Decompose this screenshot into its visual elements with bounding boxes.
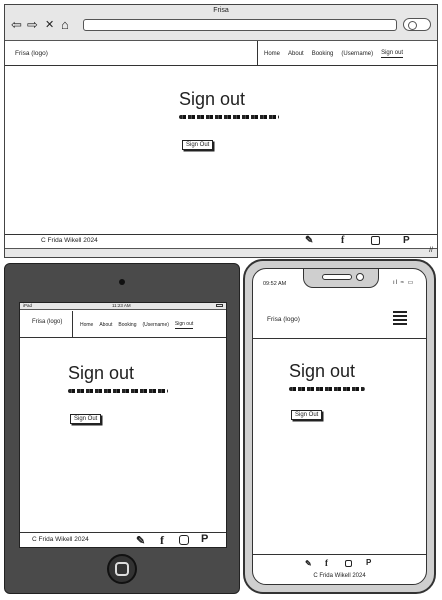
- confirm-text-scribble: [68, 389, 168, 393]
- nav-username[interactable]: (Username): [143, 322, 169, 328]
- nav-username[interactable]: (Username): [341, 51, 373, 57]
- tablet-status-left: iPad: [23, 303, 33, 308]
- signout-button-wrap: Sign Out: [182, 133, 214, 151]
- nav-booking[interactable]: Booking: [312, 51, 334, 57]
- signout-button-wrap: Sign Out: [70, 407, 102, 425]
- tablet-device: iPad 11:23 AM Frisa (logo) Home About Bo…: [4, 263, 240, 594]
- front-camera-icon: [356, 273, 364, 281]
- instagram-icon[interactable]: [179, 535, 189, 545]
- signout-button[interactable]: Sign Out: [70, 414, 102, 424]
- site-logo[interactable]: Frisa (logo): [32, 319, 62, 325]
- speaker-icon: [322, 274, 352, 280]
- confirm-text-scribble: [179, 115, 279, 119]
- nav-about[interactable]: About: [99, 322, 112, 328]
- phone-screen: 09:52 AM ıl ≈ ▭ Frisa (logo) Sign out Si…: [252, 268, 427, 585]
- phone-notch: [303, 269, 379, 288]
- edit-icon[interactable]: ✎: [305, 559, 312, 568]
- search-button[interactable]: [403, 18, 431, 31]
- nav-menu: Home About Booking (Username) Sign out: [257, 41, 437, 66]
- nav-signout[interactable]: Sign out: [174, 321, 194, 329]
- edit-icon[interactable]: ✎: [136, 534, 145, 547]
- instagram-icon[interactable]: [371, 236, 380, 245]
- browser-toolbar: Frisa ⇦ ⇨ ✕ ⌂: [5, 5, 437, 41]
- nav-container: Home About Booking (Username) Sign out: [257, 41, 437, 66]
- tablet-camera: [119, 279, 125, 285]
- nav-home[interactable]: Home: [80, 322, 93, 328]
- tablet-statusbar: iPad 11:23 AM: [20, 303, 226, 310]
- signout-button[interactable]: Sign Out: [291, 410, 323, 420]
- back-icon[interactable]: ⇦: [11, 18, 22, 31]
- facebook-icon[interactable]: f: [341, 235, 344, 246]
- phone-header: Frisa (logo): [253, 301, 426, 339]
- signout-button[interactable]: Sign Out: [182, 140, 214, 150]
- instagram-icon[interactable]: [345, 560, 352, 567]
- home-icon[interactable]: ⌂: [61, 18, 69, 31]
- page-title: Sign out: [289, 361, 356, 381]
- page-title: Sign out: [68, 363, 135, 383]
- page-title: Sign out: [179, 89, 246, 109]
- nav-home[interactable]: Home: [264, 51, 280, 57]
- footer-copyright: C Frida Wikell 2024: [313, 573, 366, 579]
- signal-wifi-battery-icons: ıl ≈ ▭: [393, 280, 415, 286]
- phone-status-time: 09:52 AM: [263, 281, 287, 287]
- search-icon: [408, 21, 417, 30]
- url-bar[interactable]: [83, 19, 397, 31]
- nav-booking[interactable]: Booking: [118, 322, 136, 328]
- signout-button-wrap: Sign Out: [291, 403, 323, 421]
- browser-statusbar: //: [5, 247, 437, 257]
- site-footer: C Frida Wikell 2024 ✎ f P: [20, 532, 226, 547]
- nav-signout[interactable]: Sign out: [381, 50, 404, 58]
- nav-container: Home About Booking (Username) Sign out: [72, 311, 228, 338]
- site-footer: C Frida Wikell 2024 ✎ f P: [5, 234, 437, 247]
- forward-icon[interactable]: ⇨: [27, 18, 38, 31]
- hamburger-menu-icon[interactable]: [393, 311, 407, 325]
- tablet-status-time: 11:23 AM: [112, 303, 131, 308]
- tablet-header: Frisa (logo) Home About Booking (Usernam…: [20, 311, 226, 338]
- site-logo[interactable]: Frisa (logo): [267, 316, 300, 323]
- close-icon[interactable]: ✕: [45, 19, 54, 32]
- facebook-icon[interactable]: f: [325, 558, 328, 568]
- edit-icon[interactable]: ✎: [305, 235, 313, 246]
- nav-about[interactable]: About: [288, 51, 304, 57]
- footer-copyright: C Frida Wikell 2024: [32, 536, 89, 543]
- resize-handle-icon[interactable]: //: [429, 247, 433, 254]
- home-square-icon: [115, 562, 129, 576]
- phone-device: 09:52 AM ıl ≈ ▭ Frisa (logo) Sign out Si…: [243, 259, 436, 594]
- browser-title: Frisa: [213, 7, 229, 14]
- site-header: Frisa (logo) Home About Booking (Usernam…: [5, 41, 437, 66]
- battery-icon: [216, 304, 223, 307]
- tablet-screen: iPad 11:23 AM Frisa (logo) Home About Bo…: [19, 302, 227, 548]
- pinterest-icon[interactable]: P: [201, 533, 208, 545]
- footer-copyright: C Frida Wikell 2024: [41, 237, 98, 244]
- facebook-icon[interactable]: f: [160, 533, 164, 548]
- desktop-browser-frame: Frisa ⇦ ⇨ ✕ ⌂ Frisa (logo) Home About Bo…: [4, 4, 438, 258]
- pinterest-icon[interactable]: P: [403, 235, 410, 246]
- site-footer: ✎ f P C Frida Wikell 2024: [253, 554, 426, 584]
- site-logo[interactable]: Frisa (logo): [15, 50, 48, 57]
- pinterest-icon[interactable]: P: [366, 558, 371, 567]
- nav-menu: Home About Booking (Username) Sign out: [72, 311, 228, 338]
- confirm-text-scribble: [289, 387, 365, 391]
- tablet-home-button[interactable]: [107, 554, 137, 584]
